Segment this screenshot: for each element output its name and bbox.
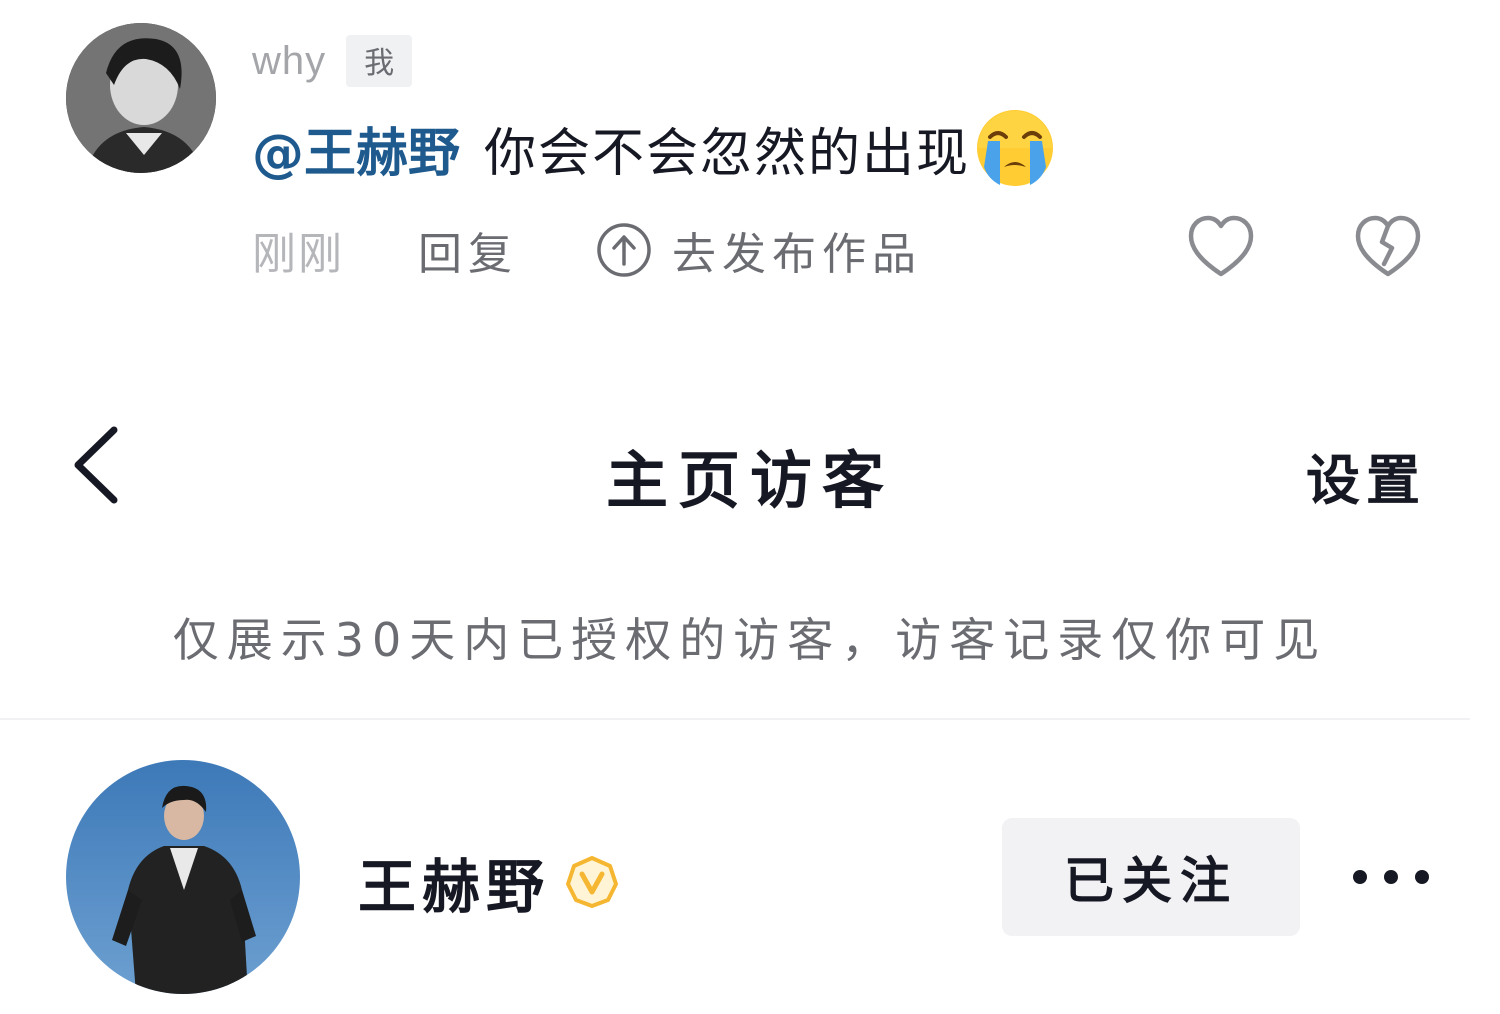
verified-icon bbox=[566, 856, 619, 908]
publish-label: 去发布作品 bbox=[672, 229, 922, 280]
commenter-username[interactable]: why bbox=[252, 39, 326, 84]
following-button[interactable]: 已关注 bbox=[1002, 818, 1300, 936]
page-title: 主页访客 bbox=[605, 444, 894, 517]
comment-text: @王赫野 你会不会忽然的出现 bbox=[252, 108, 1056, 188]
broken-heart-icon[interactable] bbox=[1354, 214, 1422, 280]
visitor-avatar[interactable] bbox=[66, 760, 300, 994]
publish-work-button[interactable]: 去发布作品 bbox=[596, 218, 922, 282]
visitor-list-item[interactable]: 王赫野 已关注 bbox=[0, 760, 1500, 996]
upload-icon bbox=[597, 223, 651, 277]
visitor-notice: 仅展示30天内已授权的访客，访客记录仅你可见 bbox=[172, 613, 1328, 667]
crying-face-icon bbox=[977, 110, 1054, 186]
heart-icon[interactable] bbox=[1187, 214, 1255, 280]
reply-button[interactable]: 回复 bbox=[418, 218, 518, 282]
comment-time: 刚刚 bbox=[252, 229, 344, 280]
comment-body: 你会不会忽然的出现 bbox=[484, 123, 971, 184]
nav-bar: 主页访客 设置 bbox=[0, 400, 1500, 530]
mention-link[interactable]: @王赫野 bbox=[252, 111, 460, 186]
visitor-name[interactable]: 王赫野 bbox=[358, 840, 550, 924]
divider bbox=[0, 718, 1470, 720]
me-badge: 我 bbox=[346, 35, 413, 87]
commenter-avatar[interactable] bbox=[66, 23, 216, 173]
more-icon[interactable] bbox=[1350, 864, 1432, 890]
settings-button[interactable]: 设置 bbox=[1306, 436, 1426, 515]
comment-item: why 我 @王赫野 你会不会忽然的出现 刚刚 回复 去发布作品 bbox=[0, 0, 1500, 330]
